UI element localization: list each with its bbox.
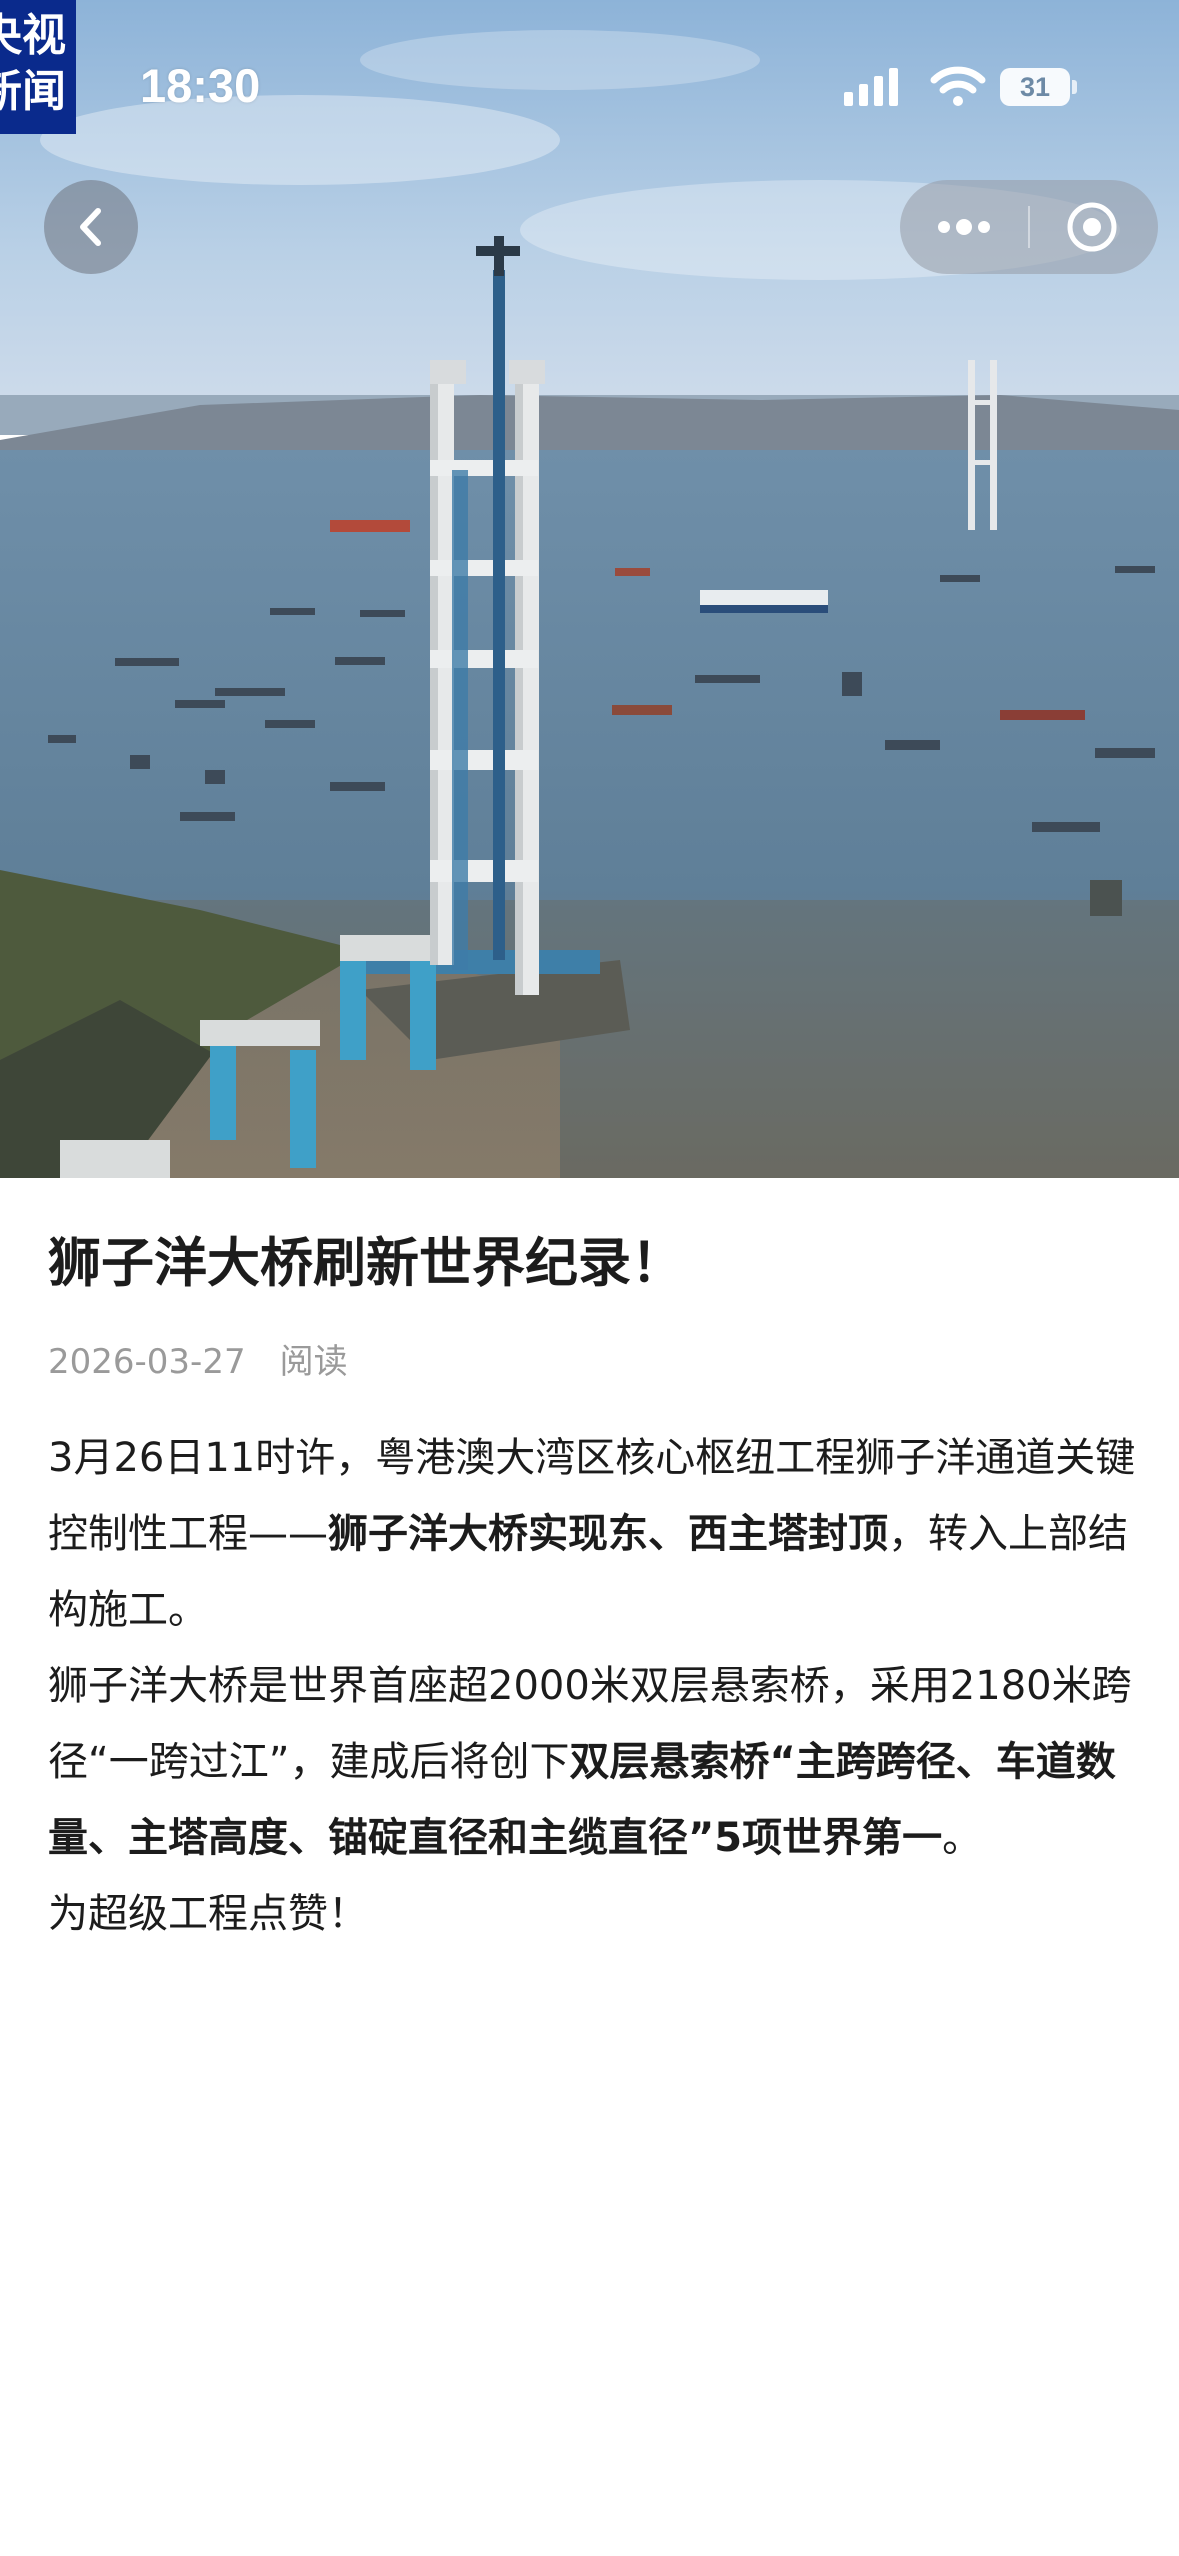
back-button[interactable] — [44, 180, 138, 274]
paragraph-2: 狮子洋大桥是世界首座超2000米双层悬索桥，采用2180米跨径“一跨过江”，建成… — [48, 1648, 1138, 1876]
chevron-left-icon — [80, 208, 101, 246]
close-button[interactable] — [1030, 180, 1158, 274]
signal-icon — [844, 68, 898, 106]
more-dots-icon — [938, 219, 990, 235]
wifi-icon — [930, 66, 986, 106]
status-icons: 31 — [842, 66, 1082, 112]
mini-program-capsule — [900, 180, 1158, 274]
article-body: 3月26日11时许，粤港澳大湾区核心枢纽工程狮子洋通道关键控制性工程——狮子洋大… — [48, 1420, 1138, 1952]
hero-image — [0, 0, 1179, 1178]
bridge-photo — [0, 0, 1179, 1178]
p1-bold-text: 狮子洋大桥实现东、西主塔封顶 — [328, 1511, 888, 1557]
paragraph-1: 3月26日11时许，粤港澳大湾区核心枢纽工程狮子洋通道关键控制性工程——狮子洋大… — [48, 1420, 1138, 1648]
logo-text-top: 央视 — [0, 10, 66, 61]
battery-tip — [1072, 80, 1077, 94]
more-button[interactable] — [900, 180, 1028, 274]
article: 狮子洋大桥刷新世界纪录！ 2026-03-27 阅读 3月26日11时许，粤港澳大… — [48, 1230, 1138, 1952]
read-count-label: 阅读 — [279, 1342, 348, 1382]
target-circle-icon — [1067, 202, 1117, 252]
cctv-news-logo: 央视 新闻 — [0, 0, 76, 134]
battery-icon: 31 — [1000, 68, 1070, 106]
p2-text-b: 。 — [942, 1815, 983, 1861]
logo-text-bottom: 新闻 — [0, 66, 66, 117]
publish-date: 2026-03-27 — [48, 1342, 246, 1382]
paragraph-3: 为超级工程点赞！ — [48, 1891, 368, 1937]
article-meta: 2026-03-27 阅读 — [48, 1338, 1138, 1386]
status-time: 18:30 — [140, 59, 261, 112]
article-title: 狮子洋大桥刷新世界纪录！ — [48, 1233, 684, 1294]
